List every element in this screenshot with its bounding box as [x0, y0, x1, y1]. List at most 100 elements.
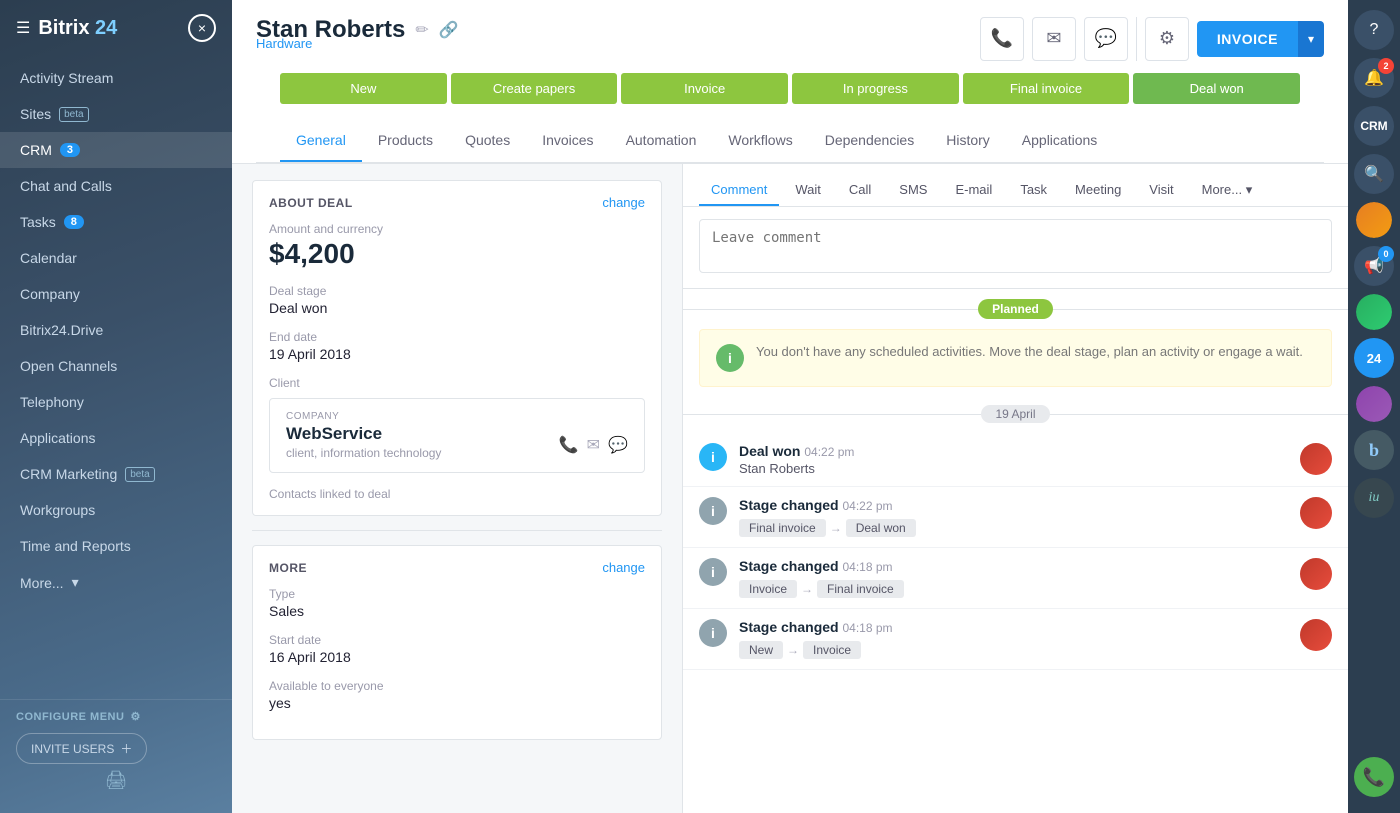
invite-users-button[interactable]: INVITE USERS ＋ — [16, 733, 147, 764]
activity-tab-task[interactable]: Task — [1008, 176, 1059, 206]
tab-applications[interactable]: Applications — [1006, 120, 1114, 162]
activity-tab-email[interactable]: E-mail — [943, 176, 1004, 206]
sidebar-item-more[interactable]: More... ▾ — [0, 564, 232, 601]
more-change-link[interactable]: change — [602, 560, 645, 575]
sidebar-label: Tasks — [20, 214, 56, 230]
crm-button[interactable]: CRM — [1354, 106, 1394, 146]
script-icon: iu — [1369, 490, 1380, 506]
edit-icon[interactable]: ✏ — [415, 20, 428, 40]
tab-quotes[interactable]: Quotes — [449, 120, 526, 162]
info-icon-gray: i — [699, 619, 727, 647]
activity-panel: Comment Wait Call SMS E-mail Task Meetin… — [682, 164, 1348, 813]
tab-history[interactable]: History — [930, 120, 1006, 162]
activity-tab-sms[interactable]: SMS — [887, 176, 939, 206]
tab-automation[interactable]: Automation — [610, 120, 713, 162]
avatar-profile[interactable] — [1356, 294, 1392, 330]
hamburger-icon[interactable]: ☰ — [16, 18, 30, 38]
user-avatar-3[interactable] — [1356, 386, 1392, 422]
content-area: ABOUT DEAL change Amount and currency $4… — [232, 164, 1348, 813]
email-button[interactable]: ✉ — [1032, 17, 1076, 61]
more-card: MORE change Type Sales Start date 16 Apr… — [252, 545, 662, 740]
no-activity-text: You don't have any scheduled activities.… — [756, 344, 1303, 359]
available-value: yes — [269, 695, 645, 711]
broadcast-button[interactable]: 📢 0 — [1354, 246, 1394, 286]
sidebar-item-sites[interactable]: Sites beta — [0, 96, 232, 132]
app-logo[interactable]: Bitrix 24 — [38, 17, 117, 40]
tab-workflows[interactable]: Workflows — [712, 120, 808, 162]
company-name: WebService — [286, 424, 441, 444]
sidebar-item-tasks[interactable]: Tasks 8 — [0, 204, 232, 240]
tasks-badge: 8 — [64, 215, 84, 229]
company-phone-icon[interactable]: 📞 — [559, 435, 579, 455]
sidebar-item-chat-calls[interactable]: Chat and Calls — [0, 168, 232, 204]
activity-tab-wait[interactable]: Wait — [783, 176, 833, 206]
tab-products[interactable]: Products — [362, 120, 449, 162]
letter-b-button[interactable]: b — [1354, 430, 1394, 470]
sidebar-item-telephony[interactable]: Telephony — [0, 384, 232, 420]
sidebar-item-calendar[interactable]: Calendar — [0, 240, 232, 276]
sidebar-item-crm-marketing[interactable]: CRM Marketing beta — [0, 456, 232, 492]
script-button[interactable]: iu — [1354, 478, 1394, 518]
sidebar-item-open-channels[interactable]: Open Channels — [0, 348, 232, 384]
sidebar-item-time-reports[interactable]: Time and Reports — [0, 528, 232, 564]
company-email-icon[interactable]: ✉ — [587, 435, 600, 455]
gear-button[interactable]: ⚙ — [1145, 17, 1189, 61]
sidebar-item-bitrix24drive[interactable]: Bitrix24.Drive — [0, 312, 232, 348]
chat-button[interactable]: 💬 — [1084, 17, 1128, 61]
stage-create-papers[interactable]: Create papers — [451, 73, 618, 104]
sidebar-item-workgroups[interactable]: Workgroups — [0, 492, 232, 528]
stage-deal-won[interactable]: Deal won — [1133, 73, 1300, 104]
tab-dependencies[interactable]: Dependencies — [809, 120, 931, 162]
amount-value: $4,200 — [269, 238, 645, 270]
sidebar-item-crm[interactable]: CRM 3 — [0, 132, 232, 168]
activity-tab-more[interactable]: More... ▾ — [1190, 176, 1265, 206]
activity-tab-comment[interactable]: Comment — [699, 176, 779, 206]
sidebar-item-company[interactable]: Company — [0, 276, 232, 312]
sidebar-label: Telephony — [20, 394, 84, 410]
sidebar-item-applications[interactable]: Applications — [0, 420, 232, 456]
amount-label: Amount and currency — [269, 222, 645, 236]
stage-invoice[interactable]: Invoice — [621, 73, 788, 104]
configure-menu-button[interactable]: CONFIGURE MENU ⚙ — [16, 710, 216, 723]
link-icon[interactable]: 🔗 — [439, 20, 459, 40]
help-button[interactable]: ? — [1354, 10, 1394, 50]
sidebar-item-activity-stream[interactable]: Activity Stream — [0, 60, 232, 96]
sidebar-label: CRM — [20, 142, 52, 158]
header-top: Stan Roberts ✏ 🔗 Hardware 📞 ✉ 💬 ⚙ — [256, 16, 1324, 61]
invite-users-label: INVITE USERS — [31, 742, 114, 756]
notifications-button[interactable]: 🔔 2 — [1354, 58, 1394, 98]
printer-icon[interactable]: 🖨 — [16, 770, 216, 791]
comment-input[interactable] — [699, 219, 1332, 273]
date-divider: 19 April — [683, 399, 1348, 429]
sidebar-nav: Activity Stream Sites beta CRM 3 Chat an… — [0, 56, 232, 699]
stage-final-invoice[interactable]: Final invoice — [963, 73, 1130, 104]
activity-tab-visit[interactable]: Visit — [1137, 176, 1185, 206]
avatar — [1300, 619, 1332, 651]
timeline-time: 04:22 pm — [804, 445, 854, 459]
stage-new[interactable]: New — [280, 73, 447, 104]
client-label: Client — [269, 376, 645, 390]
timeline-time: 04:22 pm — [842, 499, 892, 513]
more-dropdown-icon: ▾ — [1246, 182, 1253, 197]
avatar — [1300, 443, 1332, 475]
timeline-body: Stage changed 04:18 pm Invoice → Final i… — [739, 558, 1288, 598]
tab-general[interactable]: General — [280, 120, 362, 162]
phone-icon: 📞 — [991, 28, 1013, 49]
close-button[interactable]: × — [188, 14, 216, 42]
phone-button[interactable]: 📞 — [980, 17, 1024, 61]
invoice-dropdown-button[interactable]: ▾ — [1298, 21, 1324, 57]
activity-tab-call[interactable]: Call — [837, 176, 883, 206]
amount-field: Amount and currency $4,200 — [269, 222, 645, 270]
stage-in-progress[interactable]: In progress — [792, 73, 959, 104]
tab-invoices[interactable]: Invoices — [526, 120, 609, 162]
avatar-group[interactable] — [1356, 202, 1392, 238]
invoice-button[interactable]: INVOICE — [1197, 21, 1298, 57]
b24-button[interactable]: 24 — [1354, 338, 1394, 378]
invoice-button-group: INVOICE ▾ — [1197, 21, 1324, 57]
timeline-title: Stage changed 04:18 pm — [739, 619, 1288, 635]
about-deal-change-link[interactable]: change — [602, 195, 645, 210]
call-button[interactable]: 📞 — [1354, 757, 1394, 797]
search-button[interactable]: 🔍 — [1354, 154, 1394, 194]
activity-tab-meeting[interactable]: Meeting — [1063, 176, 1133, 206]
company-chat-icon[interactable]: 💬 — [608, 435, 628, 455]
